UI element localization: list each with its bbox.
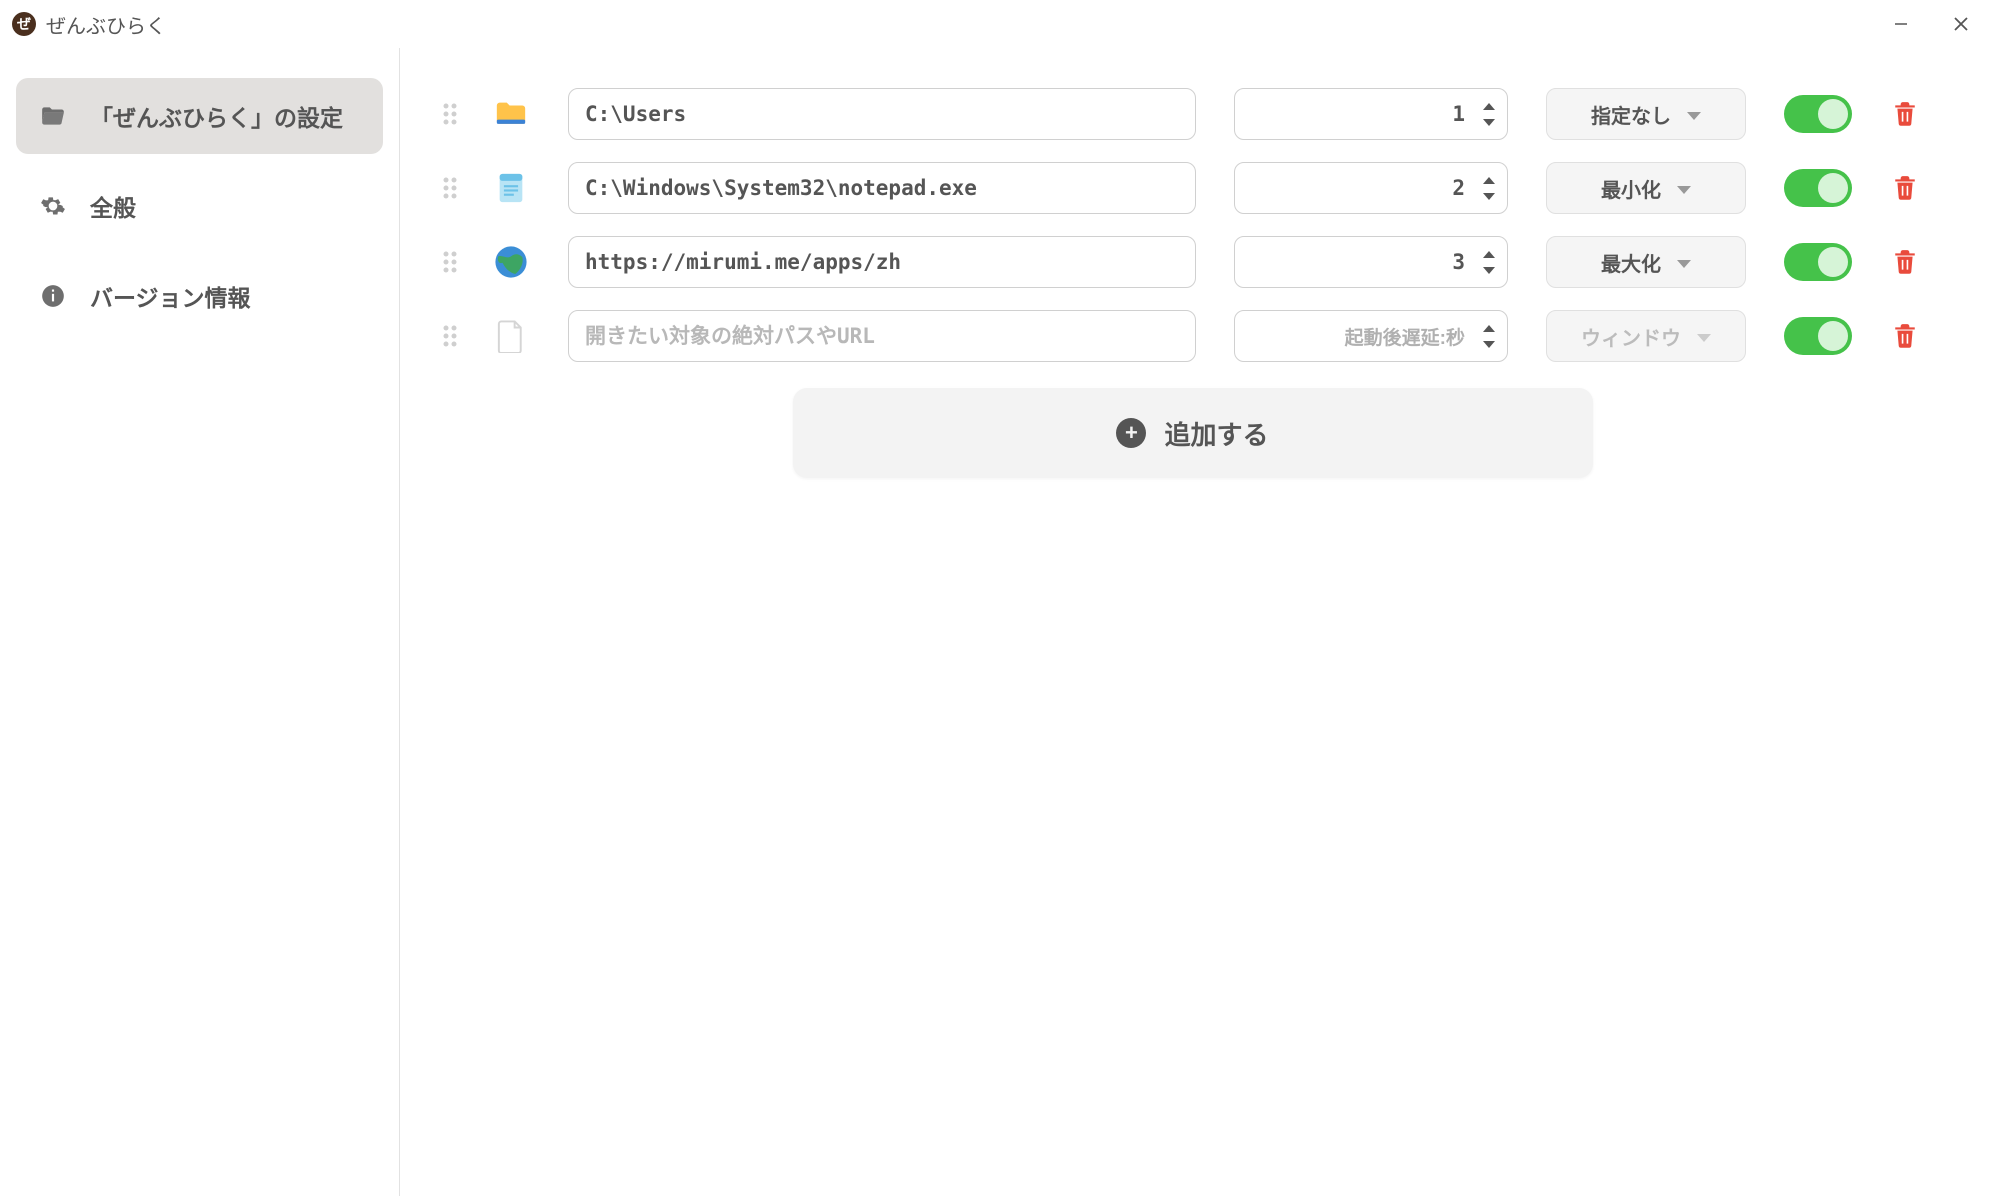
spinner-up-icon[interactable] <box>1477 248 1501 262</box>
delete-button[interactable] <box>1890 101 1920 127</box>
sidebar-item-label: バージョン情報 <box>90 279 251 313</box>
delay-input[interactable]: 1 <box>1234 88 1508 140</box>
sidebar-item-version[interactable]: バージョン情報 <box>16 258 383 334</box>
chevron-down-icon <box>1677 251 1691 274</box>
window-minimize-button[interactable] <box>1871 4 1931 44</box>
folder-icon <box>492 95 530 133</box>
delay-value: 2 <box>1251 176 1477 200</box>
delay-placeholder: 起動後遅延:秒 <box>1251 323 1477 350</box>
delete-button[interactable] <box>1890 249 1920 275</box>
trash-icon <box>1892 323 1918 349</box>
trash-icon <box>1892 249 1918 275</box>
number-spinner[interactable] <box>1477 322 1501 351</box>
trash-icon <box>1892 175 1918 201</box>
chevron-down-icon <box>1677 177 1691 200</box>
add-button[interactable]: + 追加する <box>793 388 1593 478</box>
window-mode-select[interactable]: 指定なし <box>1546 88 1746 140</box>
path-input[interactable] <box>568 310 1196 362</box>
delay-input[interactable]: 3 <box>1234 236 1508 288</box>
folder-open-icon <box>38 103 68 129</box>
window-mode-label: ウィンドウ <box>1581 322 1681 351</box>
path-input[interactable] <box>568 236 1196 288</box>
spinner-down-icon[interactable] <box>1477 189 1501 203</box>
entry-row: 2 最小化 <box>438 162 1947 214</box>
trash-icon <box>1892 101 1918 127</box>
drag-handle-icon[interactable] <box>438 175 462 201</box>
window-close-button[interactable] <box>1931 4 1991 44</box>
enable-toggle[interactable] <box>1784 243 1852 281</box>
plus-circle-icon: + <box>1116 418 1146 448</box>
number-spinner[interactable] <box>1477 248 1501 277</box>
spinner-up-icon[interactable] <box>1477 322 1501 336</box>
spinner-down-icon[interactable] <box>1477 115 1501 129</box>
entry-row: 1 指定なし <box>438 88 1947 140</box>
drag-handle-icon[interactable] <box>438 249 462 275</box>
sidebar-item-label: 全般 <box>90 189 136 223</box>
minimize-icon <box>1893 16 1909 32</box>
enable-toggle[interactable] <box>1784 169 1852 207</box>
entry-row: 起動後遅延:秒 ウィンドウ <box>438 310 1947 362</box>
gear-icon <box>38 193 68 219</box>
spinner-down-icon[interactable] <box>1477 263 1501 277</box>
notepad-icon <box>492 169 530 207</box>
entry-row: 3 最大化 <box>438 236 1947 288</box>
delete-button[interactable] <box>1890 323 1920 349</box>
window-mode-label: 最大化 <box>1601 248 1661 277</box>
number-spinner[interactable] <box>1477 174 1501 203</box>
window-mode-label: 指定なし <box>1591 100 1671 129</box>
delay-value: 1 <box>1251 102 1477 126</box>
path-input[interactable] <box>568 88 1196 140</box>
window-mode-select[interactable]: 最小化 <box>1546 162 1746 214</box>
spinner-down-icon[interactable] <box>1477 337 1501 351</box>
sidebar-item-label: 「ぜんぶひらく」の設定 <box>90 99 343 133</box>
enable-toggle[interactable] <box>1784 95 1852 133</box>
spinner-up-icon[interactable] <box>1477 100 1501 114</box>
chevron-down-icon <box>1697 325 1711 348</box>
delay-input[interactable]: 2 <box>1234 162 1508 214</box>
drag-handle-icon[interactable] <box>438 323 462 349</box>
sidebar-item-general[interactable]: 全般 <box>16 168 383 244</box>
spinner-up-icon[interactable] <box>1477 174 1501 188</box>
info-icon <box>38 283 68 309</box>
sidebar: 「ぜんぶひらく」の設定 全般 バージョン情報 <box>0 48 400 1196</box>
close-icon <box>1952 15 1970 33</box>
window-mode-select[interactable]: 最大化 <box>1546 236 1746 288</box>
main-panel: 1 指定なし 2 <box>400 48 1999 1196</box>
file-icon <box>492 317 530 355</box>
globe-icon <box>492 243 530 281</box>
delay-value: 3 <box>1251 250 1477 274</box>
drag-handle-icon[interactable] <box>438 101 462 127</box>
app-title: ぜんぶひらく <box>46 10 166 39</box>
add-button-label: 追加する <box>1164 415 1268 452</box>
path-input[interactable] <box>568 162 1196 214</box>
number-spinner[interactable] <box>1477 100 1501 129</box>
titlebar: ぜ ぜんぶひらく <box>0 0 1999 48</box>
delete-button[interactable] <box>1890 175 1920 201</box>
enable-toggle[interactable] <box>1784 317 1852 355</box>
window-mode-select[interactable]: ウィンドウ <box>1546 310 1746 362</box>
delay-input[interactable]: 起動後遅延:秒 <box>1234 310 1508 362</box>
chevron-down-icon <box>1687 103 1701 126</box>
app-icon: ぜ <box>12 12 36 36</box>
sidebar-item-settings[interactable]: 「ぜんぶひらく」の設定 <box>16 78 383 154</box>
window-mode-label: 最小化 <box>1601 174 1661 203</box>
